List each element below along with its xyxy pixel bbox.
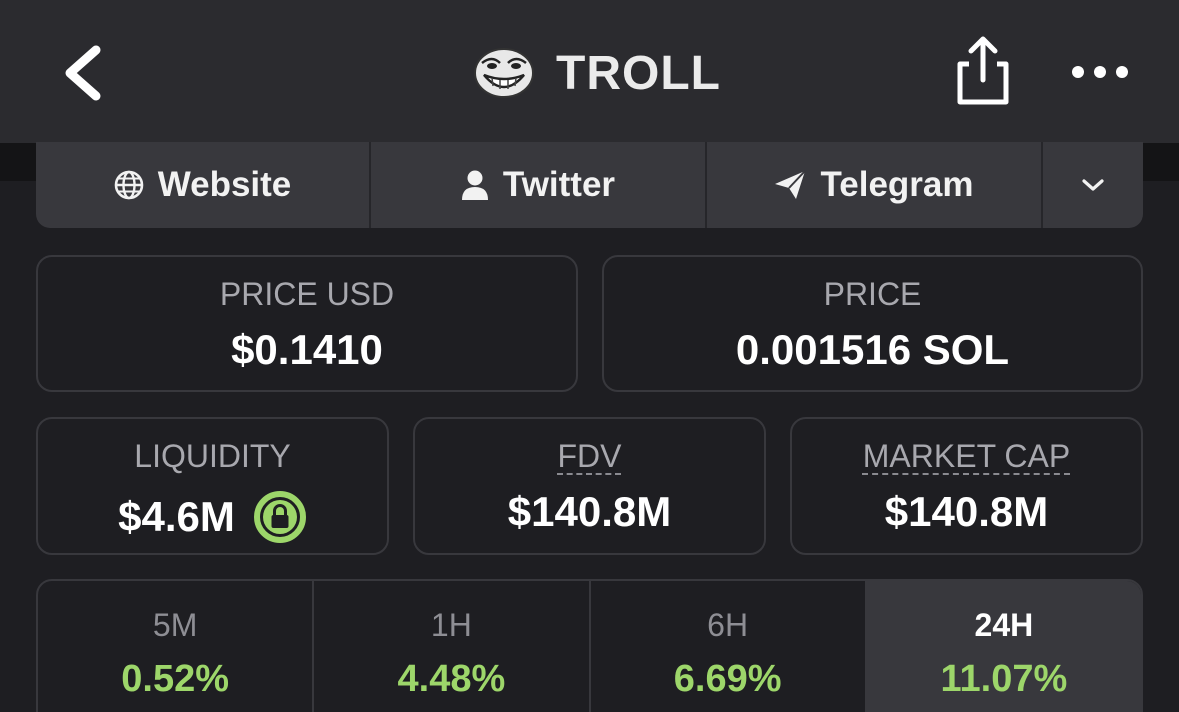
fdv-value: $140.8M xyxy=(507,488,672,535)
website-link[interactable]: Website xyxy=(36,142,371,228)
market-cap-value: $140.8M xyxy=(884,488,1049,535)
globe-icon xyxy=(114,170,144,200)
tab-24h[interactable]: 24H 11.07% xyxy=(866,581,1141,712)
back-chevron-icon[interactable] xyxy=(58,44,108,102)
paper-plane-icon xyxy=(775,170,807,199)
tab-5m-label: 5M xyxy=(152,607,198,643)
token-name: TROLL xyxy=(556,46,721,100)
more-dots-icon[interactable] xyxy=(1068,56,1132,88)
share-icon[interactable] xyxy=(952,34,1014,110)
price-native-label: PRICE xyxy=(823,276,922,312)
price-usd-card: PRICE USD $0.1410 xyxy=(36,255,578,392)
links-dropdown-button[interactable] xyxy=(1043,142,1143,228)
tab-5m[interactable]: 5M 0.52% xyxy=(38,581,315,712)
troll-face-logo xyxy=(474,48,534,98)
twitter-link[interactable]: Twitter xyxy=(371,142,707,228)
tab-6h-change: 6.69% xyxy=(673,658,782,700)
liquidity-value: $4.6M xyxy=(118,493,235,540)
telegram-link-label: Telegram xyxy=(820,165,974,204)
fdv-card: FDV $140.8M xyxy=(413,417,766,555)
tab-1h-change: 4.48% xyxy=(397,658,506,700)
tab-24h-change: 11.07% xyxy=(940,658,1068,700)
liquidity-lock-icon[interactable] xyxy=(253,490,307,544)
price-native-value: 0.001516 SOL xyxy=(735,326,1010,373)
website-link-label: Website xyxy=(157,165,292,204)
tab-5m-change: 0.52% xyxy=(121,658,229,700)
tab-1h[interactable]: 1H 4.48% xyxy=(314,581,591,712)
chevron-down-icon xyxy=(1082,179,1104,191)
market-cap-card: MARKET CAP $140.8M xyxy=(790,417,1143,555)
liquidity-value-row: $4.6M xyxy=(118,490,307,544)
user-icon xyxy=(461,170,488,200)
tab-6h[interactable]: 6H 6.69% xyxy=(591,581,867,712)
price-native-card: PRICE 0.001516 SOL xyxy=(602,255,1143,392)
market-cap-label[interactable]: MARKET CAP xyxy=(863,438,1070,474)
twitter-link-label: Twitter xyxy=(502,165,616,204)
token-title: TROLL xyxy=(472,40,721,106)
price-change-tabs: 5M 0.52% 1H 4.48% 6H 6.69% 24H 11.07% xyxy=(36,579,1143,712)
social-links-bar: Website Twitter Telegram xyxy=(36,142,1143,228)
liquidity-label: LIQUIDITY xyxy=(134,438,291,474)
fdv-label[interactable]: FDV xyxy=(558,438,622,474)
liquidity-card: LIQUIDITY $4.6M xyxy=(36,417,389,555)
tab-24h-label: 24H xyxy=(974,607,1034,643)
tab-1h-label: 1H xyxy=(430,607,472,643)
price-usd-value: $0.1410 xyxy=(231,326,383,373)
telegram-link[interactable]: Telegram xyxy=(707,142,1043,228)
tab-6h-label: 6H xyxy=(707,607,749,643)
price-usd-label: PRICE USD xyxy=(219,276,395,312)
